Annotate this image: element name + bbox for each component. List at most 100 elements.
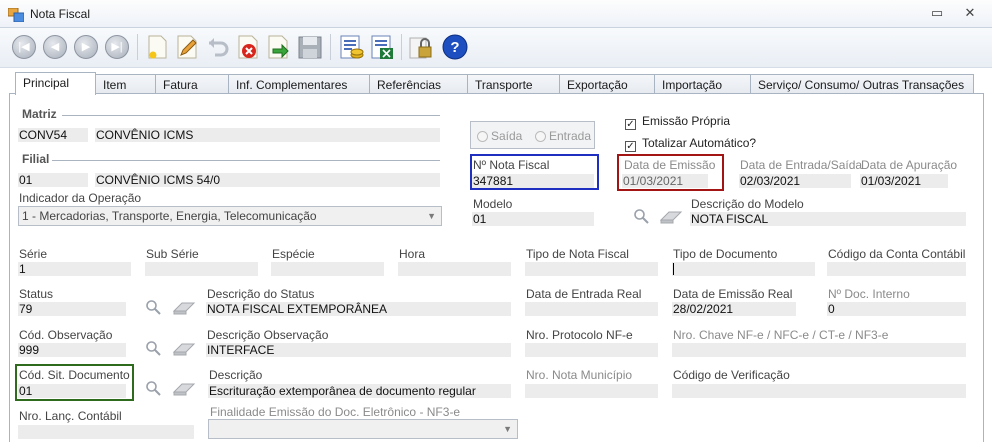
title-bar: Nota Fiscal ▭ ✕	[0, 0, 992, 28]
export-button[interactable]	[368, 33, 396, 61]
nota-fiscal-field[interactable]: 347881	[472, 174, 594, 188]
indicador-dropdown[interactable]: 1 - Mercadorias, Transporte, Energia, Te…	[18, 206, 442, 226]
radio-dot-icon	[535, 131, 546, 142]
minimize-button[interactable]: ▭	[926, 4, 948, 22]
cod-sit-documento-field[interactable]: 01	[18, 384, 126, 398]
lanc-contabil-field[interactable]	[18, 425, 194, 439]
cod-verificacao-label: Código de Verificação	[673, 368, 790, 382]
saida-label: Saída	[491, 129, 523, 143]
checkmark-icon: ✓	[625, 119, 636, 130]
desc-modelo-label: Descrição do Modelo	[691, 197, 804, 211]
data-emissao-field[interactable]: 01/03/2021	[622, 174, 708, 188]
new-document-icon	[148, 35, 167, 59]
toolbar: |◀ ◀ ▶ ▶| ?	[0, 28, 992, 68]
previous-record-button[interactable]: ◀	[41, 33, 69, 61]
nota-fiscal-label: Nº Nota Fiscal	[473, 158, 550, 172]
conta-contabil-label: Código da Conta Contábil	[828, 247, 966, 261]
data-apuracao-field[interactable]: 01/03/2021	[860, 174, 948, 188]
conta-contabil-field[interactable]	[827, 262, 966, 276]
data-emissao-real-label: Data de Emissão Real	[673, 287, 793, 301]
last-record-button[interactable]: ▶|	[103, 33, 131, 61]
calculate-button[interactable]	[337, 33, 365, 61]
matriz-name-field[interactable]: CONVÊNIO ICMS	[95, 128, 440, 142]
desc-observacao-field[interactable]: INTERFACE	[206, 343, 511, 357]
indicador-label: Indicador da Operação	[19, 191, 142, 205]
text-cursor	[673, 263, 674, 275]
tab-exportacao[interactable]: Exportação	[559, 74, 655, 94]
especie-field[interactable]	[271, 262, 384, 276]
desc-status-field[interactable]: NOTA FISCAL EXTEMPORÂNEA	[206, 302, 511, 316]
chave-field[interactable]	[672, 343, 966, 357]
nota-municipio-field[interactable]	[525, 384, 658, 398]
hora-field[interactable]	[398, 262, 511, 276]
protocolo-label: Nro. Protocolo NF-e	[526, 328, 633, 342]
tab-strip: Principal Item Fatura Inf. Complementare…	[0, 72, 992, 95]
finalidade-dropdown[interactable]: ▼	[208, 419, 518, 439]
search-icon[interactable]	[145, 340, 161, 356]
close-button[interactable]: ✕	[959, 4, 981, 22]
data-emissao-label: Data de Emissão	[624, 158, 716, 172]
new-button[interactable]	[143, 33, 171, 61]
data-entrada-real-field[interactable]	[525, 302, 658, 316]
help-icon: ?	[442, 34, 468, 60]
entrada-label: Entrada	[549, 129, 592, 143]
hora-label: Hora	[399, 247, 426, 261]
tipo-documento-field[interactable]	[672, 262, 815, 276]
doc-interno-field[interactable]: 0	[827, 302, 966, 316]
undo-button[interactable]	[203, 33, 231, 61]
data-entrada-saida-field[interactable]: 02/03/2021	[739, 174, 851, 188]
tab-inf-complementares[interactable]: Inf. Complementares	[228, 74, 370, 94]
tab-principal[interactable]: Principal	[15, 72, 96, 95]
toolbar-separator	[401, 34, 402, 60]
lock-button[interactable]	[407, 33, 435, 61]
descricao-field[interactable]: Escrituração extemporânea de documento r…	[208, 384, 511, 398]
data-apuracao-label: Data de Apuração	[861, 158, 958, 172]
tab-servico-consumo[interactable]: Serviço/ Consumo/ Outras Transações	[750, 74, 974, 94]
tab-referencias[interactable]: Referências	[369, 74, 468, 94]
previous-record-icon: ◀	[43, 35, 67, 59]
matriz-code-field[interactable]: CONV54	[18, 128, 88, 142]
delete-button[interactable]	[234, 33, 262, 61]
filial-name-field[interactable]: CONVÊNIO ICMS 54/0	[95, 173, 440, 187]
save-arrow-button[interactable]	[264, 33, 292, 61]
save-button[interactable]	[296, 33, 324, 61]
chave-label: Nro. Chave NF-e / NFC-e / CT-e / NF3-e	[673, 328, 889, 342]
search-icon[interactable]	[633, 208, 649, 224]
totalizar-checkbox[interactable]: ✓ Totalizar Automático?	[625, 136, 756, 152]
saida-radio[interactable]: Saída	[477, 129, 522, 143]
matriz-section-label: Matriz	[22, 107, 57, 121]
status-field[interactable]: 79	[18, 302, 126, 316]
last-record-icon: ▶|	[105, 35, 129, 59]
tab-item[interactable]: Item	[95, 74, 156, 94]
serie-field[interactable]: 1	[18, 262, 131, 276]
cod-observacao-field[interactable]: 999	[18, 343, 126, 357]
descricao-label: Descrição	[209, 368, 263, 382]
tab-transporte[interactable]: Transporte	[467, 74, 560, 94]
cod-verificacao-field[interactable]	[672, 384, 966, 398]
tab-fatura[interactable]: Fatura	[155, 74, 229, 94]
desc-modelo-field[interactable]: NOTA FISCAL	[690, 212, 966, 226]
help-button[interactable]: ?	[441, 33, 469, 61]
chevron-down-icon: ▼	[427, 211, 436, 221]
eraser-icon[interactable]	[172, 341, 196, 357]
tipo-nota-fiscal-field[interactable]	[525, 262, 658, 276]
eraser-icon[interactable]	[659, 209, 683, 225]
search-icon[interactable]	[145, 299, 161, 315]
eraser-icon[interactable]	[172, 300, 196, 316]
edit-button[interactable]	[173, 33, 201, 61]
modelo-field[interactable]: 01	[472, 212, 594, 226]
sub-serie-field[interactable]	[145, 262, 258, 276]
protocolo-field[interactable]	[525, 343, 658, 357]
search-icon[interactable]	[145, 380, 161, 396]
eraser-icon[interactable]	[172, 381, 196, 397]
next-record-button[interactable]: ▶	[72, 33, 100, 61]
first-record-button[interactable]: |◀	[10, 33, 38, 61]
tipo-nota-fiscal-label: Tipo de Nota Fiscal	[526, 247, 629, 261]
entrada-radio[interactable]: Entrada	[535, 129, 591, 143]
tab-importacao[interactable]: Importação	[654, 74, 751, 94]
save-arrow-icon	[268, 35, 289, 59]
filial-section-label: Filial	[22, 152, 50, 166]
filial-code-field[interactable]: 01	[18, 173, 88, 187]
emissao-propria-checkbox[interactable]: ✓ Emissão Própria	[625, 114, 730, 130]
data-emissao-real-field[interactable]: 28/02/2021	[672, 302, 796, 316]
